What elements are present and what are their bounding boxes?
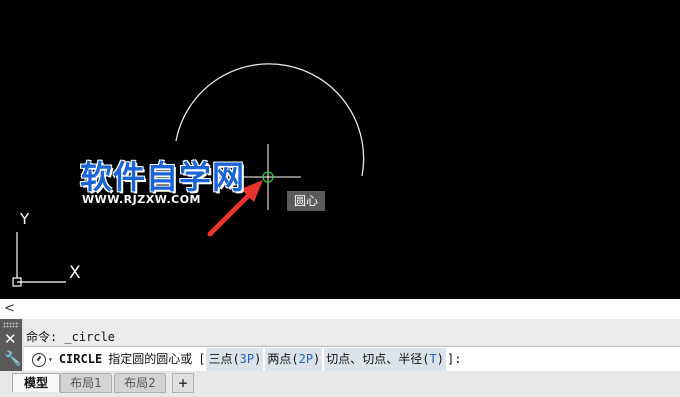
- options-bracket-open: [: [198, 352, 206, 366]
- watermark: 软件自学网 WWW.RJZXW.COM: [80, 160, 245, 206]
- watermark-title: 软件自学网: [80, 158, 246, 196]
- command-panel-grip[interactable]: ✕ 🔧: [0, 319, 22, 371]
- drawing-canvas[interactable]: Y X 圆心 软件自学网 WWW.RJZXW.COM: [0, 0, 680, 299]
- horizontal-scrollbar[interactable]: <: [0, 299, 680, 319]
- close-icon[interactable]: ✕: [4, 330, 17, 348]
- command-panel: ✕ 🔧 命令: _circle ▾ CIRCLE 指定圆的圆心或 [ 三点(3P…: [0, 319, 680, 372]
- add-layout-button[interactable]: +: [172, 373, 194, 393]
- command-line-input[interactable]: ▾ CIRCLE 指定圆的圆心或 [ 三点(3P) 两点(2P) 切点、切点、半…: [24, 346, 680, 372]
- command-prompt-text: 指定圆的圆心或: [108, 352, 193, 366]
- option-two-point[interactable]: 两点(2P): [265, 348, 323, 371]
- grip-dots[interactable]: [3, 322, 19, 328]
- canvas-graphics: [12, 63, 365, 287]
- ucs-x-label: X: [69, 263, 81, 283]
- ucs-icon: [12, 232, 66, 287]
- option-tan-tan-radius[interactable]: 切点、切点、半径(T): [324, 348, 446, 371]
- command-keyword: CIRCLE: [58, 352, 103, 366]
- options-bracket-close: ]:: [446, 352, 462, 366]
- tab-layout2[interactable]: 布局2: [114, 373, 166, 393]
- tab-model[interactable]: 模型: [12, 373, 60, 392]
- command-history-icon[interactable]: [32, 352, 46, 367]
- layout-tabs: 模型 布局1 布局2 +: [0, 371, 680, 397]
- option-three-point[interactable]: 三点(3P): [206, 348, 264, 371]
- center-tooltip: 圆心: [287, 191, 325, 211]
- wrench-icon[interactable]: 🔧: [4, 351, 21, 367]
- command-history: 命令: _circle: [24, 319, 680, 345]
- scroll-left-arrow[interactable]: <: [4, 301, 15, 316]
- tab-layout1[interactable]: 布局1: [60, 373, 112, 393]
- chevron-down-icon[interactable]: ▾: [48, 348, 53, 371]
- ucs-y-label: Y: [20, 210, 30, 228]
